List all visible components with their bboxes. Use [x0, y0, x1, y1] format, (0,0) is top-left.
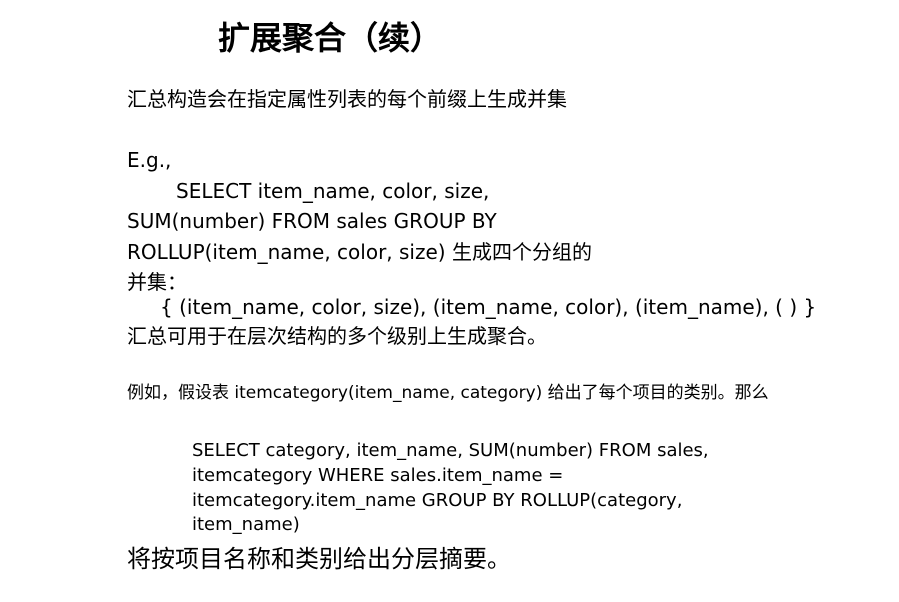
- example1-line-2: SUM(number) FROM sales GROUP BY: [127, 209, 497, 233]
- example1-line-3: ROLLUP(item_name, color, size) 生成四个分组的: [127, 240, 592, 264]
- rollup-note: 汇总可用于在层次结构的多个级别上生成聚合。: [127, 324, 547, 348]
- example2-query-line-4: item_name): [192, 514, 300, 535]
- example1-line-4: 并集：: [127, 270, 187, 294]
- example2-query-line-2: itemcategory WHERE sales.item_name =: [192, 465, 564, 486]
- example2-intro: 例如，假设表 itemcategory(item_name, category)…: [127, 383, 769, 403]
- grouping-sets-line: { (item_name, color, size), (item_name, …: [160, 295, 817, 319]
- example2-query-line-1: SELECT category, item_name, SUM(number) …: [192, 440, 709, 461]
- intro-text: 汇总构造会在指定属性列表的每个前缀上生成并集: [127, 87, 567, 111]
- example1-line-1: SELECT item_name, color, size,: [176, 179, 490, 203]
- conclusion-text: 将按项目名称和类别给出分层摘要。: [127, 545, 511, 573]
- example-label: E.g.,: [127, 148, 172, 172]
- example2-query-line-3: itemcategory.item_name GROUP BY ROLLUP(c…: [192, 490, 683, 511]
- page-title: 扩展聚合（续）: [218, 19, 443, 57]
